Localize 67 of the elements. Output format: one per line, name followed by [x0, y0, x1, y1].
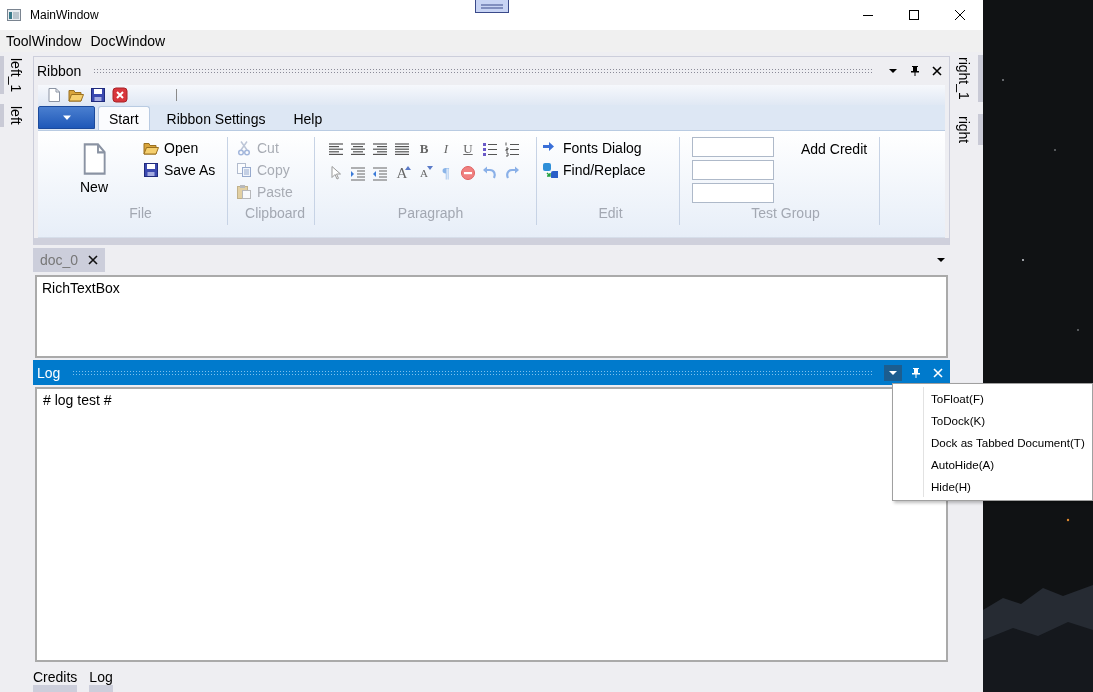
- ribbon-button[interactable]: Save As: [143, 159, 216, 180]
- caret-icon: [888, 66, 898, 76]
- side-tab[interactable]: left_1: [0, 56, 28, 95]
- side-tab[interactable]: left: [0, 104, 28, 127]
- group-label: Edit: [598, 205, 623, 223]
- justify-icon: [394, 141, 410, 157]
- redo-icon: [504, 165, 520, 181]
- stop-icon: [460, 165, 476, 181]
- pane-title: Ribbon: [37, 63, 82, 79]
- copy-icon: [236, 161, 252, 178]
- page-icon[interactable]: [46, 87, 62, 103]
- text-field[interactable]: [692, 137, 774, 157]
- caret-icon: [427, 166, 433, 170]
- rich-text-box[interactable]: RichTextBox: [35, 275, 948, 358]
- close-icon[interactable]: [87, 254, 100, 266]
- menu-item[interactable]: ToolWindow: [6, 33, 82, 49]
- pane-title: Log: [37, 364, 61, 381]
- ribbon-tab[interactable]: Help: [282, 106, 334, 130]
- dock-guide-icon: [475, 0, 509, 13]
- scissors-icon: [236, 139, 252, 156]
- close-icon: [931, 65, 943, 77]
- window-title: MainWindow: [30, 8, 99, 22]
- menu-item[interactable]: DocWindow: [90, 33, 166, 49]
- ribbon-button[interactable]: Open: [143, 137, 216, 158]
- close-icon: [955, 10, 965, 20]
- align-left-icon: [328, 141, 344, 157]
- menu-button[interactable]: [884, 364, 902, 381]
- underline-button[interactable]: U: [457, 140, 479, 158]
- group-label: Clipboard: [245, 205, 305, 223]
- grow-font-button[interactable]: A: [391, 164, 413, 182]
- add-button[interactable]: Add Credit: [797, 137, 872, 161]
- replace-icon: [542, 161, 558, 178]
- pin-icon: [910, 366, 922, 379]
- ribbon-button[interactable]: New: [54, 137, 134, 195]
- caret-icon: [61, 114, 72, 121]
- bold-button[interactable]: B: [413, 140, 435, 158]
- ribbon-tab[interactable]: Ribbon Settings: [155, 106, 277, 130]
- bullet-list-icon: [482, 141, 498, 157]
- clipboard-icon: [236, 183, 252, 200]
- caret-icon[interactable]: [936, 255, 946, 265]
- shrink-font-button[interactable]: A: [413, 164, 435, 182]
- italic-button[interactable]: I: [435, 140, 457, 158]
- ribbon-button[interactable]: Find/Replace: [542, 159, 646, 180]
- text-field[interactable]: [692, 160, 774, 180]
- group-label: Test Group: [751, 205, 820, 223]
- pointer-icon: [328, 165, 344, 181]
- close-icon[interactable]: [112, 87, 128, 103]
- outdent-icon: [372, 165, 388, 181]
- auto-hide-tab[interactable]: Credits: [33, 666, 78, 692]
- close-icon: [932, 366, 944, 379]
- ribbon-tab[interactable]: Start: [98, 106, 150, 130]
- tab-label: doc_0: [40, 252, 79, 268]
- folder-icon[interactable]: [68, 87, 84, 103]
- undo-icon: [482, 165, 498, 181]
- caret-icon: [405, 166, 411, 170]
- auto-hide-tab[interactable]: Log: [89, 666, 113, 692]
- numbered-list-icon: [504, 141, 520, 157]
- group-label: Paragraph: [397, 205, 464, 223]
- align-center-icon: [350, 141, 366, 157]
- group-label: File: [129, 205, 152, 223]
- maximize-icon: [909, 10, 919, 20]
- align-right-icon: [372, 141, 388, 157]
- pin-icon: [909, 65, 921, 77]
- ribbon-button[interactable]: Fonts Dialog: [542, 137, 646, 158]
- text-field[interactable]: [692, 183, 774, 203]
- indent-icon: [350, 165, 366, 181]
- app-window-icon: [7, 9, 21, 21]
